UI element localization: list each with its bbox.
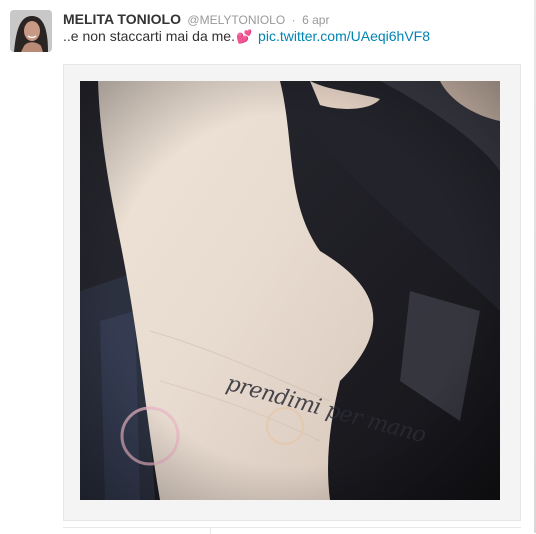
media-link[interactable]: pic.twitter.com/UAeqi6hVF8 <box>258 28 430 44</box>
tweet-photo[interactable]: prendimi per mano <box>80 81 500 500</box>
user-fullname[interactable]: MELITA TONIOLO <box>63 11 181 27</box>
separator-dot: · <box>291 13 296 27</box>
two-hearts-icon: 💕 <box>235 29 253 44</box>
tweet-text: ..e non staccarti mai da me.💕 pic.twitte… <box>63 27 430 46</box>
avatar-image <box>10 10 52 52</box>
tweet[interactable]: MELITA TONIOLO @MELYTONIOLO · 6 apr ..e … <box>0 0 536 534</box>
action-divider <box>210 528 211 534</box>
tweet-body: ..e non staccarti mai da me. <box>63 28 235 44</box>
avatar[interactable] <box>10 10 52 52</box>
photo-image <box>80 81 500 500</box>
tweet-timestamp[interactable]: 6 apr <box>302 13 329 27</box>
user-handle[interactable]: @MELYTONIOLO <box>187 13 285 27</box>
